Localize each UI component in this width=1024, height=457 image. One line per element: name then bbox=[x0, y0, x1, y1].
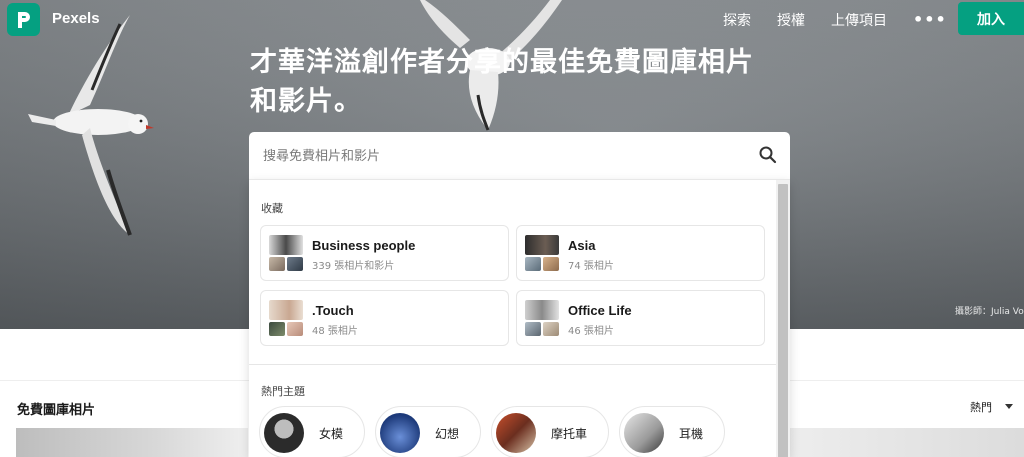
search-bar[interactable] bbox=[249, 132, 790, 179]
collection-count: 339 張相片和影片 bbox=[312, 261, 395, 272]
collection-thumbnail bbox=[525, 300, 559, 320]
collection-thumbnail bbox=[543, 322, 559, 336]
sort-dropdown[interactable]: 熱門 bbox=[970, 399, 992, 415]
collection-thumbnail bbox=[525, 257, 541, 271]
topic-chip-headphones[interactable]: 耳機 bbox=[619, 406, 725, 457]
pexels-logo-icon bbox=[17, 11, 30, 28]
collection-thumbnail bbox=[525, 235, 559, 255]
topic-label: 摩托車 bbox=[551, 427, 588, 441]
collection-count: 74 張相片 bbox=[568, 261, 614, 272]
collection-count: 46 張相片 bbox=[568, 326, 614, 337]
seagull-left-image bbox=[28, 15, 154, 236]
dropdown-scrollbar[interactable] bbox=[776, 180, 790, 457]
collection-thumbnail bbox=[269, 235, 303, 255]
collection-title: .Touch bbox=[312, 303, 354, 318]
topic-avatar bbox=[624, 413, 664, 453]
collection-thumbnail bbox=[543, 257, 559, 271]
topic-chip-model[interactable]: 女模 bbox=[259, 406, 365, 457]
photo-thumbnail[interactable] bbox=[16, 428, 248, 457]
collection-thumbnail bbox=[269, 257, 285, 271]
nav-license[interactable]: 授權 bbox=[777, 10, 805, 30]
collection-title: Office Life bbox=[568, 303, 632, 318]
collection-thumbnail bbox=[525, 322, 541, 336]
collection-title: Business people bbox=[312, 238, 416, 253]
collection-thumbnail bbox=[287, 257, 303, 271]
collection-thumbnail bbox=[269, 300, 303, 320]
section-title: 免費圖庫相片 bbox=[17, 403, 96, 418]
nav-upload[interactable]: 上傳項目 bbox=[831, 10, 887, 30]
topic-label: 幻想 bbox=[435, 427, 460, 441]
nav-explore[interactable]: 探索 bbox=[723, 10, 751, 30]
more-menu-button[interactable]: ••• bbox=[913, 10, 947, 29]
photo-credit[interactable]: 攝影師：Julia Vo bbox=[955, 304, 1024, 317]
join-button[interactable]: 加入 bbox=[958, 2, 1024, 35]
collection-thumbnails bbox=[269, 235, 303, 271]
collection-title: Asia bbox=[568, 238, 596, 253]
topic-avatar bbox=[264, 413, 304, 453]
collection-thumbnail bbox=[269, 322, 285, 336]
search-suggestions-dropdown: 收藏 Business people 339 張相片和影片 Asia 74 張相… bbox=[249, 179, 790, 457]
hero-title-line-2: 和影片。 bbox=[250, 86, 362, 117]
topic-avatar bbox=[380, 413, 420, 453]
collection-card-touch[interactable]: .Touch 48 張相片 bbox=[260, 290, 509, 346]
top-nav-bar: Pexels 探索 授權 上傳項目 ••• 加入 bbox=[0, 0, 1024, 38]
scrollbar-thumb[interactable] bbox=[778, 184, 788, 457]
collection-count: 48 張相片 bbox=[312, 326, 358, 337]
topic-label: 耳機 bbox=[679, 427, 704, 441]
brand-name[interactable]: Pexels bbox=[52, 10, 100, 27]
collection-thumbnail bbox=[287, 322, 303, 336]
hero-title-line-1: 才華洋溢創作者分享的最佳免費圖庫相片 bbox=[250, 47, 754, 78]
hero-title: 才華洋溢創作者分享的最佳免費圖庫相片 和影片。 bbox=[250, 43, 810, 121]
collection-thumbnails bbox=[525, 300, 559, 336]
trending-topics-label: 熱門主題 bbox=[261, 385, 305, 398]
collection-card-asia[interactable]: Asia 74 張相片 bbox=[516, 225, 765, 281]
chevron-down-icon[interactable] bbox=[1005, 404, 1013, 409]
pexels-logo[interactable] bbox=[7, 3, 40, 36]
photo-thumbnail[interactable] bbox=[790, 428, 1024, 457]
topic-chip-motorcycle[interactable]: 摩托車 bbox=[491, 406, 609, 457]
dropdown-divider bbox=[249, 364, 776, 365]
collection-card-business-people[interactable]: Business people 339 張相片和影片 bbox=[260, 225, 509, 281]
topic-chip-fantasy[interactable]: 幻想 bbox=[375, 406, 481, 457]
collection-thumbnails bbox=[269, 300, 303, 336]
collection-thumbnails bbox=[525, 235, 559, 271]
collection-card-office-life[interactable]: Office Life 46 張相片 bbox=[516, 290, 765, 346]
search-input[interactable] bbox=[263, 145, 753, 167]
collections-label: 收藏 bbox=[261, 202, 283, 215]
search-icon[interactable] bbox=[758, 145, 778, 165]
topic-avatar bbox=[496, 413, 536, 453]
topic-label: 女模 bbox=[319, 427, 344, 441]
